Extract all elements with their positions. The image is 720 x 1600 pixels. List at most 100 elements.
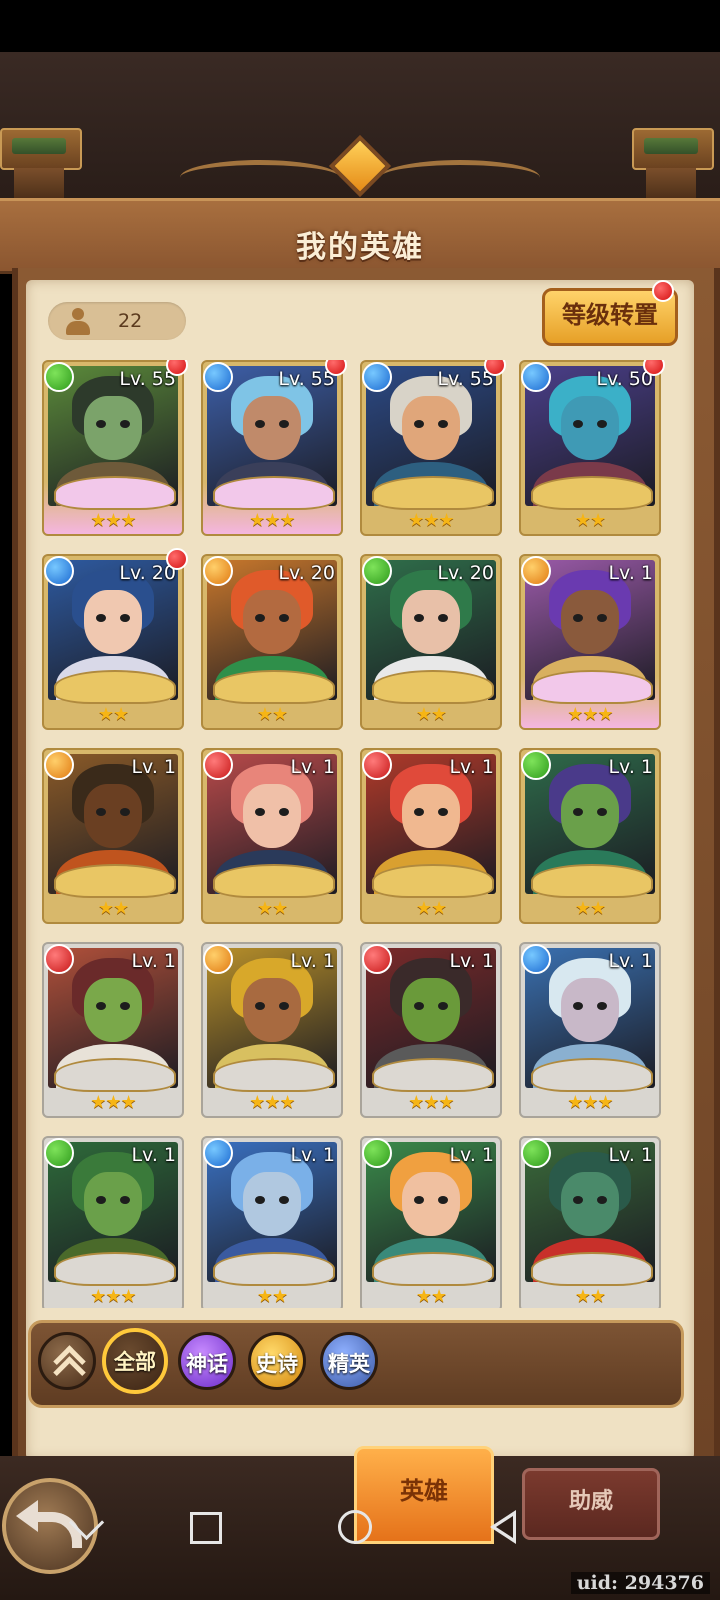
hero-level: Lv. 1 — [449, 950, 494, 972]
hero-card[interactable]: Lv. 55 ★★★ — [201, 360, 347, 536]
hero-level: Lv. 1 — [290, 756, 335, 778]
faction-icon — [521, 556, 551, 586]
hero-grid: Lv. 55 ★★★ Lv. 55 ★★★ Lv. 55 ★★★ Lv. 50 ★★ Lv. 2… — [42, 360, 678, 1308]
notification-dot — [643, 360, 665, 376]
hero-level: Lv. 1 — [290, 950, 335, 972]
rank-emblem — [54, 476, 176, 510]
tab-heroes[interactable]: 英雄 — [354, 1446, 494, 1544]
hero-card[interactable]: Lv. 50 ★★ — [519, 360, 665, 536]
hero-level: Lv. 1 — [608, 562, 653, 584]
faction-icon — [362, 556, 392, 586]
star-rating: ★★ — [256, 704, 288, 725]
star-rating: ★★ — [415, 1286, 447, 1307]
notification-dot — [652, 280, 674, 302]
home-icon[interactable] — [338, 1510, 372, 1544]
hero-level: Lv. 1 — [449, 756, 494, 778]
hero-card[interactable]: Lv. 20 ★★ — [201, 554, 343, 730]
star-rating: ★★ — [97, 704, 129, 725]
hero-card[interactable]: Lv. 1 ★★ — [201, 748, 343, 924]
hero-card[interactable]: Lv. 1 ★★★ — [519, 942, 661, 1118]
right-ornament — [632, 128, 714, 198]
hero-level: Lv. 1 — [131, 1144, 176, 1166]
hero-level: Lv. 1 — [449, 1144, 494, 1166]
game-screen: 我的英雄 22 等级转置 Lv. 55 ★★★ Lv. 55 ★★★ Lv. 55 ★★★… — [0, 0, 720, 1600]
rank-emblem — [531, 476, 653, 510]
hero-level: Lv. 20 — [278, 562, 335, 584]
faction-icon — [521, 362, 551, 392]
faction-icon — [44, 944, 74, 974]
collapse-button[interactable] — [38, 1332, 96, 1390]
hero-level: Lv. 20 — [437, 562, 494, 584]
star-rating: ★★★ — [90, 510, 136, 531]
filter-mythic-button[interactable]: 神话 — [178, 1332, 236, 1390]
hero-card[interactable]: Lv. 1 ★★★ — [42, 942, 184, 1118]
recent-apps-icon[interactable] — [190, 1512, 222, 1544]
hero-count-value: 22 — [118, 310, 143, 332]
faction-icon — [521, 750, 551, 780]
rank-emblem — [54, 1252, 176, 1286]
hero-card[interactable]: Lv. 1 ★★ — [360, 748, 502, 924]
hero-card[interactable]: Lv. 20 ★★ — [42, 548, 188, 730]
status-area — [0, 0, 720, 52]
faction-icon — [203, 944, 233, 974]
hero-card[interactable]: Lv. 1 ★★★ — [360, 942, 502, 1118]
hero-card[interactable]: Lv. 1 ★★ — [519, 748, 661, 924]
rank-emblem — [372, 476, 494, 510]
faction-icon — [362, 750, 392, 780]
rank-emblem — [531, 1252, 653, 1286]
faction-icon — [362, 362, 392, 392]
rank-emblem — [213, 476, 335, 510]
filter-elite-button[interactable]: 精英 — [320, 1332, 378, 1390]
hero-card[interactable]: Lv. 1 ★★★ — [519, 554, 661, 730]
rank-emblem — [54, 864, 176, 898]
hero-level: Lv. 1 — [608, 1144, 653, 1166]
faction-icon — [44, 750, 74, 780]
rank-emblem — [372, 1252, 494, 1286]
hero-level: Lv. 1 — [131, 756, 176, 778]
rank-emblem — [213, 1058, 335, 1092]
notification-dot — [325, 360, 347, 376]
person-icon — [64, 308, 92, 336]
rank-emblem — [213, 864, 335, 898]
hero-card[interactable]: Lv. 55 ★★★ — [42, 360, 188, 536]
hero-card[interactable]: Lv. 1 ★★★ — [42, 1136, 184, 1308]
star-rating: ★★★ — [408, 510, 454, 531]
faction-icon — [203, 362, 233, 392]
level-transfer-label: 等级转置 — [562, 301, 658, 329]
hero-level: Lv. 1 — [290, 1144, 335, 1166]
tab-assist[interactable]: 助威 — [522, 1468, 660, 1540]
hero-card[interactable]: Lv. 1 ★★ — [201, 1136, 343, 1308]
page-title: 我的英雄 — [296, 230, 424, 265]
star-rating: ★★ — [256, 898, 288, 919]
faction-icon — [521, 1138, 551, 1168]
filter-all-button[interactable]: 全部 — [102, 1328, 168, 1394]
left-ornament — [0, 128, 82, 198]
faction-icon — [203, 750, 233, 780]
faction-icon — [44, 362, 74, 392]
hero-card[interactable]: Lv. 55 ★★★ — [360, 360, 506, 536]
filter-epic-button[interactable]: 史诗 — [248, 1332, 306, 1390]
notification-dot — [166, 548, 188, 570]
rank-emblem — [213, 670, 335, 704]
faction-icon — [362, 1138, 392, 1168]
rank-emblem — [531, 864, 653, 898]
hero-card[interactable]: Lv. 1 ★★ — [360, 1136, 502, 1308]
star-rating: ★★★ — [90, 1092, 136, 1113]
star-rating: ★★ — [574, 1286, 606, 1307]
hero-card[interactable]: Lv. 20 ★★ — [360, 554, 502, 730]
faction-icon — [44, 1138, 74, 1168]
notification-dot — [484, 360, 506, 376]
uid-label: uid: 294376 — [570, 1572, 710, 1594]
hero-level: Lv. 1 — [608, 756, 653, 778]
faction-icon — [203, 556, 233, 586]
star-rating: ★★★ — [249, 510, 295, 531]
star-rating: ★★★ — [249, 1092, 295, 1113]
star-rating: ★★★ — [408, 1092, 454, 1113]
rank-emblem — [372, 1058, 494, 1092]
hero-card[interactable]: Lv. 1 ★★ — [519, 1136, 661, 1308]
hero-card[interactable]: Lv. 1 ★★ — [42, 748, 184, 924]
faction-icon — [44, 556, 74, 586]
star-rating: ★★ — [256, 1286, 288, 1307]
star-rating: ★★ — [574, 510, 606, 531]
hero-card[interactable]: Lv. 1 ★★★ — [201, 942, 343, 1118]
